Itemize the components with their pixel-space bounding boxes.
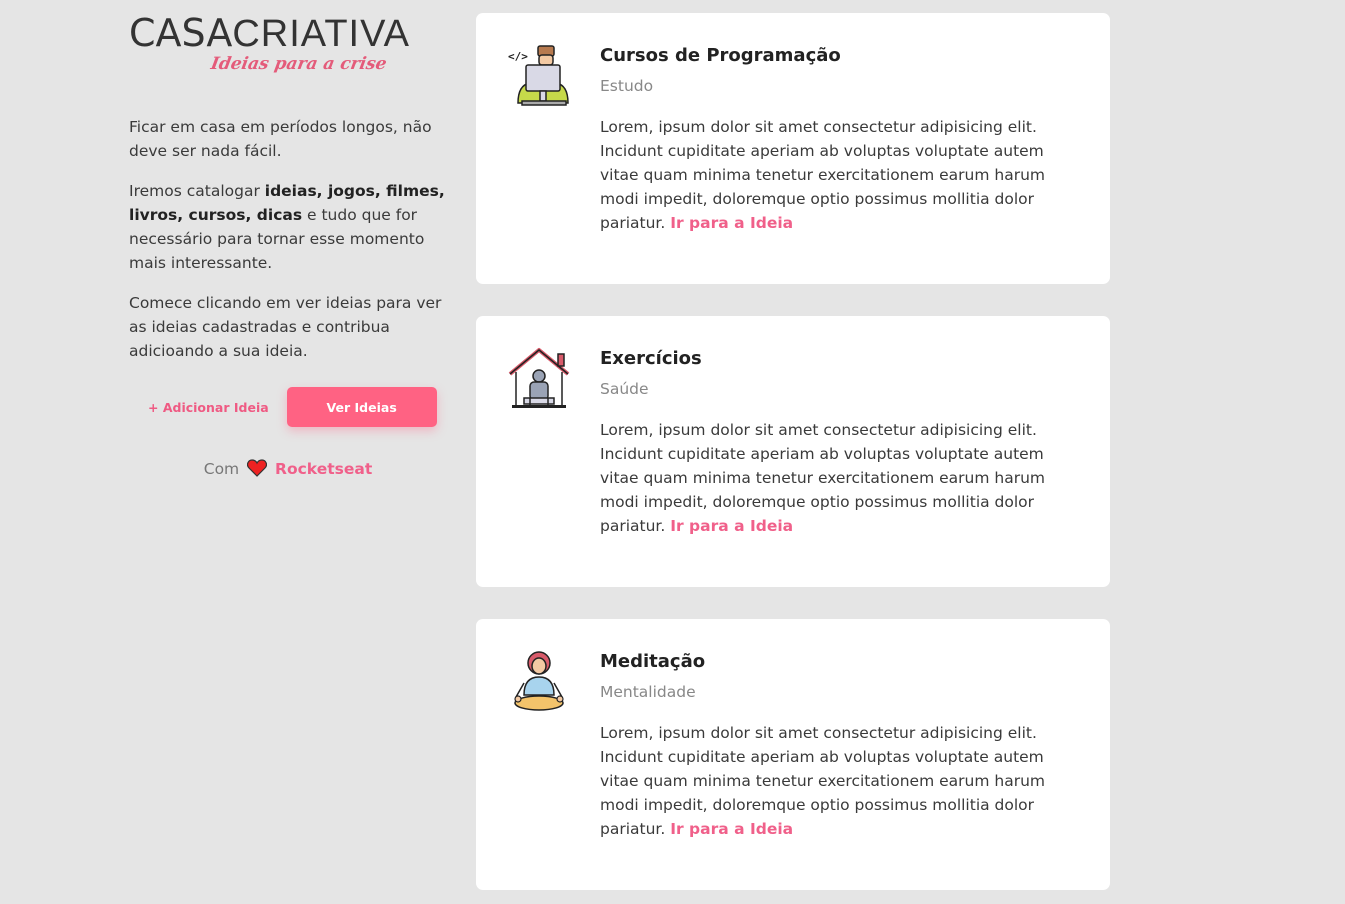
- intro-paragraph-1: Ficar em casa em períodos longos, não de…: [129, 118, 432, 160]
- idea-title: Exercícios: [600, 348, 702, 369]
- idea-category: Mentalidade: [600, 683, 696, 701]
- idea-title: Cursos de Programação: [600, 45, 841, 66]
- see-ideas-button[interactable]: Ver Ideias: [286, 387, 437, 427]
- action-buttons: + Adicionar Ideia Ver Ideias: [129, 387, 447, 427]
- meditation-icon: [508, 649, 570, 715]
- idea-link[interactable]: Ir para a Ideia: [670, 214, 793, 232]
- logo[interactable]: CASACRIATIVA Ideias para a crise: [129, 14, 429, 80]
- idea-description: Lorem, ipsum dolor sit amet consectetur …: [600, 724, 1045, 838]
- idea-link[interactable]: Ir para a Ideia: [670, 517, 793, 535]
- intro-text: Ficar em casa em períodos longos, não de…: [129, 115, 447, 363]
- programmer-icon: </>: [508, 43, 570, 109]
- heart-icon: [247, 459, 268, 481]
- idea-description: Lorem, ipsum dolor sit amet consectetur …: [600, 118, 1045, 232]
- idea-link[interactable]: Ir para a Ideia: [670, 820, 793, 838]
- idea-card: Meditação Mentalidade Lorem, ipsum dolor…: [476, 619, 1110, 890]
- add-idea-button[interactable]: + Adicionar Ideia: [130, 400, 287, 415]
- credit: Com Rocketseat: [129, 459, 447, 481]
- rocketseat-link[interactable]: Rocketseat: [275, 460, 372, 478]
- intro-paragraph-3: Comece clicando em ver ideias para ver a…: [129, 294, 442, 360]
- home-workout-icon: [508, 346, 570, 412]
- intro-paragraph-2: Iremos catalogar ideias, jogos, filmes, …: [129, 182, 445, 272]
- idea-title: Meditação: [600, 651, 706, 672]
- idea-category: Saúde: [600, 380, 649, 398]
- svg-text:</>: </>: [508, 50, 528, 63]
- idea-card: Exercícios Saúde Lorem, ipsum dolor sit …: [476, 316, 1110, 587]
- logo-tagline: Ideias para a crise: [209, 54, 389, 74]
- idea-category: Estudo: [600, 77, 654, 95]
- sidebar: CASACRIATIVA Ideias para a crise Ficar e…: [129, 14, 447, 481]
- idea-description: Lorem, ipsum dolor sit amet consectetur …: [600, 421, 1045, 535]
- idea-card: </> Cursos de Programação Estudo Lorem, …: [476, 13, 1110, 284]
- logo-wordmark: CASACRIATIVA: [129, 11, 410, 55]
